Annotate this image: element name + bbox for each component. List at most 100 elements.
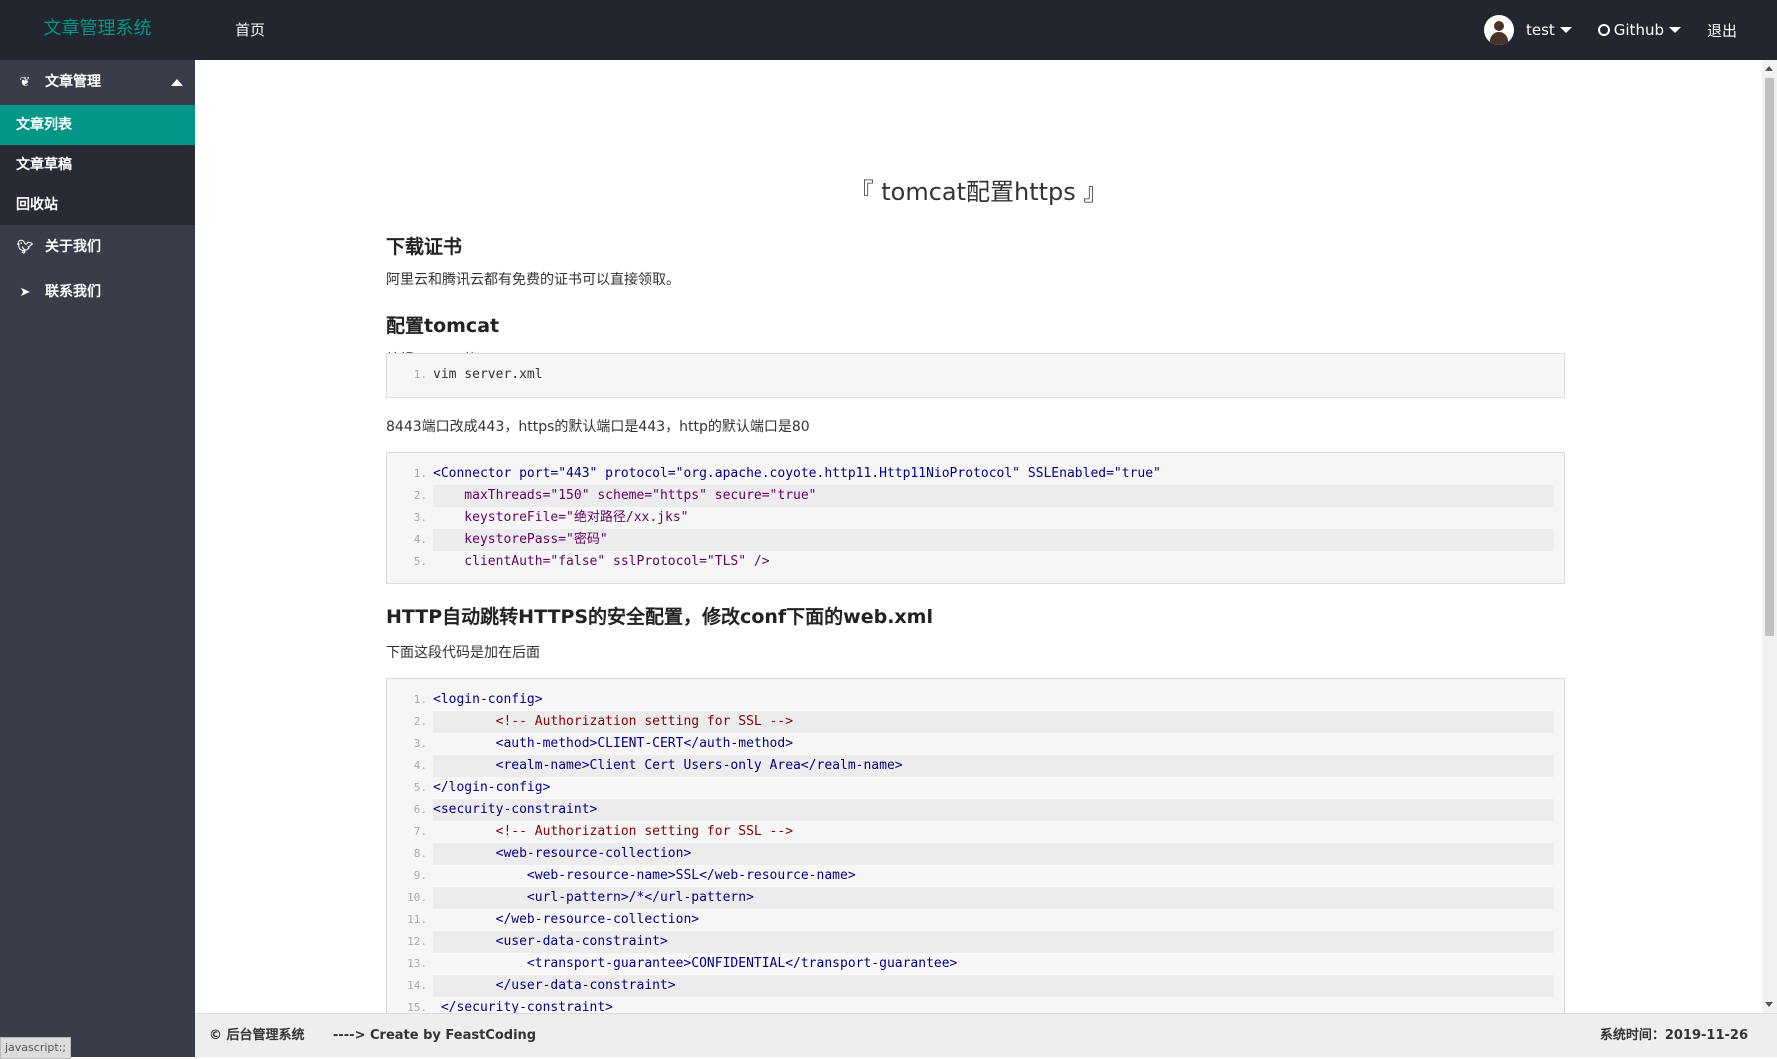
code-text: <transport-guarantee>CONFIDENTIAL</trans… xyxy=(433,956,958,971)
code-line: 5. </login-config> xyxy=(387,777,1554,799)
code-text: vim server.xml xyxy=(433,367,543,382)
line-number: 3. xyxy=(413,737,427,750)
line-number: 11. xyxy=(407,913,427,926)
code-line: 3. <auth-method>CLIENT-CERT</auth-method… xyxy=(387,733,1554,755)
paper-plane-icon: ➤ xyxy=(19,285,31,300)
code-line: 7. <!-- Authorization setting for SSL --… xyxy=(387,821,1554,843)
code-text: <!-- Authorization setting for SSL --> xyxy=(433,824,794,839)
article-title: 『 tomcat配置https 』 xyxy=(849,178,1108,206)
user-menu[interactable]: test xyxy=(1526,21,1572,39)
code-text: maxThreads="150" scheme="https" secure="… xyxy=(433,485,1554,507)
code-line: 1. vim server.xml xyxy=(387,364,1554,386)
line-number: 7. xyxy=(413,825,427,838)
code-text: </web-resource-collection> xyxy=(433,912,700,927)
logout-link[interactable]: 退出 xyxy=(1707,20,1737,41)
scrollbar-thumb[interactable] xyxy=(1765,78,1774,636)
vertical-scrollbar[interactable] xyxy=(1762,60,1777,1013)
code-text: keystoreFile="绝对路径/xx.jks" xyxy=(433,510,689,525)
line-number: 1. xyxy=(413,368,427,381)
line-number: 14. xyxy=(407,979,427,992)
section-text: 下面这段代码是加在后面 xyxy=(386,645,540,661)
app-logo[interactable]: 文章管理系统 xyxy=(0,0,195,60)
code-text: <url-pattern>/*</url-pattern> xyxy=(433,887,1554,909)
avatar[interactable] xyxy=(1483,15,1514,45)
github-menu[interactable]: Github xyxy=(1597,21,1681,39)
code-line: 1. <Connector port="443" protocol="org.ap… xyxy=(387,463,1554,485)
code-line: 4. keystorePass="密码" xyxy=(387,529,1554,551)
github-label: Github xyxy=(1613,21,1664,39)
code-text: <web-resource-name>SSL</web-resource-nam… xyxy=(433,868,856,883)
code-line: 9. <web-resource-name>SSL</web-resource-… xyxy=(387,865,1554,887)
chevron-down-icon xyxy=(1559,27,1572,33)
section-text: 8443端口改成443，https的默认端口是443，http的默认端口是80 xyxy=(386,419,810,435)
code-line: 3. keystoreFile="绝对路径/xx.jks" xyxy=(387,507,1554,529)
section-text: 阿里云和腾讯云都有免费的证书可以直接领取。 xyxy=(386,272,680,288)
code-text: <Connector port="443" protocol="org.apac… xyxy=(433,466,1161,481)
line-number: 2. xyxy=(413,715,427,728)
sidebar-item-about[interactable]: 🐦︎ 关于我们 xyxy=(0,225,195,270)
section-heading: 下载证书 xyxy=(386,236,463,258)
chevron-up-icon xyxy=(171,79,183,86)
line-number: 12. xyxy=(407,935,427,948)
status-bar-tooltip: javascript:; xyxy=(0,1037,72,1059)
line-number: 6. xyxy=(413,803,427,816)
code-line: 14. </user-data-constraint> xyxy=(387,975,1554,997)
code-text: <login-config> xyxy=(433,692,543,707)
code-line: 1. <login-config> xyxy=(387,689,1554,711)
sidebar-item-recycle-bin[interactable]: 回收站 xyxy=(0,185,195,225)
code-line: 4. <realm-name>Client Cert Users-only Ar… xyxy=(387,755,1554,777)
sidebar-sub-list: 文章列表 文章草稿 回收站 xyxy=(0,105,195,225)
top-header: 文章管理系统 首页 test Github 退出 xyxy=(0,0,1777,60)
nav-home-link[interactable]: 首页 xyxy=(235,0,265,60)
system-time-label: 系统时间： xyxy=(1599,1028,1665,1043)
main-content: 『 tomcat配置https 』 下载证书 阿里云和腾讯云都有免费的证书可以直… xyxy=(195,60,1762,1013)
system-time-value: 2019-11-26 xyxy=(1664,1028,1748,1043)
code-text: <security-constraint> xyxy=(433,799,1554,821)
code-text: <web-resource-collection> xyxy=(433,843,1554,865)
code-line: 11. </web-resource-collection> xyxy=(387,909,1554,931)
sidebar-item-drafts[interactable]: 文章草稿 xyxy=(0,145,195,185)
code-line: 2. <!-- Authorization setting for SSL --… xyxy=(387,711,1554,733)
code-line: 10. <url-pattern>/*</url-pattern> xyxy=(387,887,1554,909)
code-text: <realm-name>Client Cert Users-only Area<… xyxy=(433,755,1554,777)
leaf-icon: ❦ xyxy=(19,75,31,90)
scroll-down-icon[interactable] xyxy=(1765,1002,1773,1007)
line-number: 9. xyxy=(413,869,427,882)
code-line: 6. <security-constraint> xyxy=(387,799,1554,821)
line-number: 8. xyxy=(413,847,427,860)
code-line: 5. clientAuth="false" sslProtocol="TLS" … xyxy=(387,551,1554,573)
code-line: 13. <transport-guarantee>CONFIDENTIAL</t… xyxy=(387,953,1554,975)
line-number: 4. xyxy=(413,533,427,546)
sidebar: ❦ 文章管理 文章列表 文章草稿 回收站 🐦︎ 关于我们 ➤ 联系我们 xyxy=(0,60,195,1057)
user-name: test xyxy=(1525,21,1555,39)
sidebar-group-label: 文章管理 xyxy=(45,74,101,90)
chevron-down-icon xyxy=(1668,27,1681,33)
footer-copyright: © 后台管理系统 xyxy=(209,1028,305,1043)
line-number: 4. xyxy=(413,759,427,772)
sidebar-group-article[interactable]: ❦ 文章管理 xyxy=(0,60,195,105)
sidebar-item-article-list[interactable]: 文章列表 xyxy=(0,105,195,145)
code-line: 2. maxThreads="150" scheme="https" secur… xyxy=(387,485,1554,507)
scroll-up-icon[interactable] xyxy=(1765,66,1773,71)
code-line: 12. <user-data-constraint> xyxy=(387,931,1554,953)
code-text: </user-data-constraint> xyxy=(433,975,1554,997)
code-block: 1. <Connector port="443" protocol="org.ap… xyxy=(386,452,1565,584)
line-number: 5. xyxy=(413,555,427,568)
code-text: <user-data-constraint> xyxy=(433,931,1554,953)
section-heading: 配置tomcat xyxy=(386,315,500,337)
sidebar-item-contact[interactable]: ➤ 联系我们 xyxy=(0,270,195,315)
sidebar-contact-label: 联系我们 xyxy=(45,284,101,300)
code-text: keystorePass="密码" xyxy=(433,529,1554,551)
code-line: 8. <web-resource-collection> xyxy=(387,843,1554,865)
footer: © 后台管理系统 ----> Create by FeastCoding 系统时… xyxy=(195,1013,1777,1057)
line-number: 15. xyxy=(407,1001,427,1013)
sidebar-about-label: 关于我们 xyxy=(45,239,101,255)
line-number: 5. xyxy=(413,781,427,794)
footer-create: ----> Create by FeastCoding xyxy=(333,1028,537,1043)
code-text: <auth-method>CLIENT-CERT</auth-method> xyxy=(433,736,794,751)
line-number: 3. xyxy=(413,511,427,524)
code-text: clientAuth="false" sslProtocol="TLS" /> xyxy=(433,554,770,569)
footer-system-time: 系统时间：2019-11-26 xyxy=(1600,1014,1748,1058)
twitter-icon: 🐦︎ xyxy=(16,240,34,255)
code-text: </login-config> xyxy=(433,780,551,795)
